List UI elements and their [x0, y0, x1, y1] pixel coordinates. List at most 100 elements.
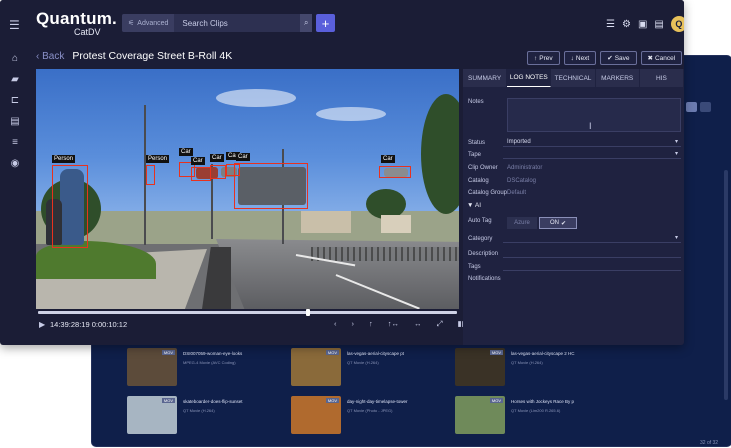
auto-tag-label: Auto Tag: [468, 218, 492, 224]
detection-box[interactable]: [379, 166, 411, 178]
advanced-label: Advanced: [137, 19, 169, 27]
clip-detail-window: ☰ Quantum. CatDV ⚟Advanced ⌕ + ☰ ⚙ ▣ ▤ Q…: [0, 0, 684, 345]
tags-field[interactable]: [503, 261, 681, 271]
list-icon[interactable]: ▤: [8, 115, 22, 128]
calendar-icon[interactable]: ▣: [638, 19, 647, 30]
logo-text: Quantum.: [36, 9, 117, 28]
playhead[interactable]: [306, 309, 311, 316]
save-button[interactable]: ✔ Save: [600, 51, 637, 65]
clip-thumbnail-grid: MOV DSI007059-woman-eye-looks MPEG-4 Movi…: [127, 348, 619, 434]
video-player[interactable]: Person Person Car Car Car Car Car Car: [36, 69, 459, 311]
clip-thumbnail[interactable]: MOV Horses with Jockeys Race By p QT Movi…: [455, 396, 619, 434]
advanced-search-button[interactable]: ⚟ Advanced: [122, 14, 175, 32]
thumbnail-image[interactable]: MOV: [291, 396, 341, 434]
scrub-bar[interactable]: [38, 311, 457, 314]
ai-section-toggle[interactable]: ▼ AI: [467, 202, 481, 209]
detection-box[interactable]: [234, 163, 308, 209]
menu-list-icon[interactable]: ≡: [8, 136, 22, 149]
clip-thumbnail[interactable]: MOV skateboarder-does-flip-sunset QT Movi…: [127, 396, 291, 434]
add-button[interactable]: +: [316, 14, 335, 32]
detection-box[interactable]: [210, 165, 226, 179]
sliders-icon: ⚟: [128, 20, 135, 27]
view-toggle[interactable]: [686, 102, 711, 112]
prev-label: Prev: [539, 54, 553, 62]
category-select[interactable]: ▾: [503, 233, 681, 243]
cancel-button[interactable]: ✖ Cancel: [640, 51, 683, 65]
azure-toggle[interactable]: Azure: [507, 217, 537, 229]
status-select[interactable]: Imported ▾: [503, 137, 681, 147]
thumbnail-image[interactable]: MOV: [455, 396, 505, 434]
search-icon[interactable]: ⌕: [300, 14, 312, 32]
back-link[interactable]: ‹ Back: [36, 51, 64, 62]
detection-box[interactable]: [146, 165, 155, 185]
gear-icon[interactable]: ⚙: [622, 19, 631, 30]
step-forward-icon[interactable]: ›: [352, 319, 355, 329]
home-icon[interactable]: ⌂: [8, 52, 22, 65]
clip-name[interactable]: day-night-day-timelapse-tower: [347, 399, 408, 404]
tab-summary[interactable]: SUMMARY: [463, 69, 508, 87]
step-back-icon[interactable]: ‹: [334, 319, 337, 329]
clip-name[interactable]: las-vegas-aerial-cityscape 2 HC: [511, 351, 575, 356]
notifications-label: Notifications: [468, 276, 501, 282]
hierarchy-icon[interactable]: ⊏: [8, 94, 22, 107]
search-input[interactable]: [174, 18, 301, 28]
chat-icon[interactable]: ▤: [654, 19, 663, 30]
tab-technical[interactable]: TECHNICAL: [551, 69, 596, 87]
clip-name[interactable]: las-vegas-aerial-cityscape pt: [347, 351, 404, 356]
format-badge: MOV: [489, 350, 503, 355]
avatar[interactable]: Q: [670, 16, 684, 32]
building: [301, 211, 351, 233]
arrow-down-icon: ↓: [570, 54, 574, 62]
clip-name[interactable]: DSI007059-woman-eye-looks: [183, 351, 242, 356]
thumbnail-image[interactable]: MOV: [127, 348, 177, 386]
tab-markers[interactable]: MARKERS: [596, 69, 640, 87]
list-view-icon[interactable]: [700, 102, 711, 112]
menu-lines-icon[interactable]: ☰: [606, 19, 615, 30]
clip-nav-buttons: ↑ Prev ↓ Next ✔ Save ✖ Cancel: [527, 51, 683, 65]
logo-subtext: CatDV: [74, 27, 101, 37]
panel-tabs: SUMMARY LOG NOTES TECHNICAL MARKERS HIS: [463, 69, 684, 87]
description-label: Description: [468, 251, 499, 257]
detection-label: Car: [236, 153, 250, 161]
detection-box[interactable]: [191, 167, 211, 181]
loop-icon[interactable]: ↔: [414, 319, 422, 329]
next-button[interactable]: ↓ Next: [563, 51, 597, 65]
notes-textarea[interactable]: [507, 98, 681, 132]
mark-out-icon[interactable]: ↑↔: [388, 319, 399, 329]
thumbnail-image[interactable]: MOV: [291, 348, 341, 386]
thumbnail-image[interactable]: MOV: [455, 348, 505, 386]
clip-thumbnail[interactable]: MOV DSI007059-woman-eye-looks MPEG-4 Movi…: [127, 348, 291, 386]
close-icon: ✖: [647, 55, 653, 62]
catalog-group-value: Default: [507, 190, 527, 196]
clip-name[interactable]: skateboarder-does-flip-sunset: [183, 399, 243, 404]
scrollbar[interactable]: [724, 170, 728, 400]
check-icon: ✔: [607, 55, 613, 62]
prev-button[interactable]: ↑ Prev: [527, 51, 560, 65]
ai-label: AI: [474, 202, 482, 209]
thumbnail-image[interactable]: MOV: [127, 396, 177, 434]
search-bar: ⚟Advanced ⌕: [122, 14, 312, 32]
grid-view-icon[interactable]: [686, 102, 697, 112]
detection-label: Car: [381, 155, 395, 163]
guard-rail: [311, 247, 459, 261]
on-toggle[interactable]: ON ✔: [539, 217, 577, 229]
clip-name[interactable]: Horses with Jockeys Race By p: [511, 399, 574, 404]
format-badge: MOV: [325, 398, 339, 403]
clip-thumbnail[interactable]: MOV las-vegas-aerial-cityscape pt QT Movi…: [291, 348, 455, 386]
detection-box[interactable]: [52, 165, 88, 248]
tab-history[interactable]: HIS: [640, 69, 684, 87]
play-icon[interactable]: ▶: [39, 320, 45, 329]
status-label: Status: [468, 140, 486, 146]
tape-select[interactable]: ▾: [503, 149, 681, 159]
briefcase-icon[interactable]: ▰: [8, 73, 22, 86]
chevron-down-icon: ▾: [674, 139, 678, 145]
description-field[interactable]: [503, 248, 681, 258]
clip-thumbnail[interactable]: MOV day-night-day-timelapse-tower QT Movi…: [291, 396, 455, 434]
clip-thumbnail[interactable]: MOV las-vegas-aerial-cityscape 2 HC QT Mo…: [455, 348, 619, 386]
hamburger-menu-icon[interactable]: ☰: [9, 18, 20, 32]
check-circle-icon[interactable]: ◉: [8, 157, 22, 170]
fullscreen-icon[interactable]: ⤢: [437, 319, 443, 329]
tab-log-notes[interactable]: LOG NOTES: [507, 69, 552, 87]
mark-in-icon[interactable]: ↑: [369, 319, 373, 329]
side-nav: ⌂ ▰ ⊏ ▤ ≡ ◉: [0, 44, 30, 345]
